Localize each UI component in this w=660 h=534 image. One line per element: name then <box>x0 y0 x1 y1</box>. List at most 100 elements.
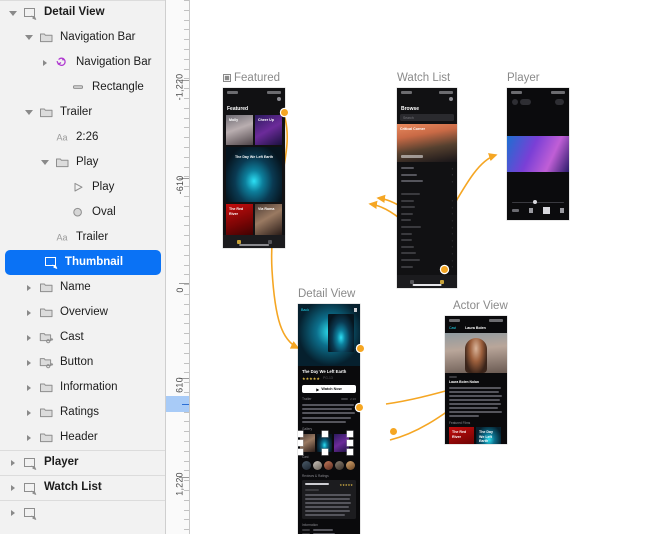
resize-handle-s[interactable] <box>322 449 328 455</box>
chevron-down-icon[interactable] <box>6 7 19 20</box>
vertical-ruler[interactable]: -1,220-61006101,220 <box>166 0 190 534</box>
sidebar-item-player[interactable]: Player <box>0 450 165 475</box>
pause-icon[interactable] <box>543 207 550 214</box>
list-item[interactable]: › <box>401 211 453 218</box>
cast-avatars[interactable] <box>302 461 356 470</box>
back-button[interactable]: Back <box>301 308 309 312</box>
forward-icon[interactable] <box>560 208 564 213</box>
chevron-right-icon[interactable] <box>22 356 35 369</box>
chevron-right-icon[interactable] <box>38 56 51 69</box>
resize-handle-w[interactable] <box>298 440 303 446</box>
artboard-featured[interactable]: Featured Featured Molly Cheer Up <box>223 72 285 248</box>
list-item[interactable]: › <box>401 250 453 257</box>
list-item[interactable]: › <box>401 178 453 185</box>
sidebar-item-2-26[interactable]: Aa2:26 <box>0 125 165 150</box>
screen-actor-view[interactable]: Cast Laura Bolen Laura Bolen Nolan <box>445 316 507 444</box>
poster-tile[interactable]: Molly <box>226 115 253 145</box>
ruler-selection-range[interactable] <box>166 396 189 412</box>
tab-featured-icon[interactable] <box>237 240 241 244</box>
sidebar-item-play[interactable]: Play <box>0 175 165 200</box>
hotspot-watchlist-row[interactable] <box>441 266 448 273</box>
sidebar-item-rectangle[interactable]: Rectangle <box>0 75 165 100</box>
avatar[interactable] <box>346 461 355 470</box>
chevron-down-icon[interactable] <box>38 156 51 169</box>
tab-browse-icon[interactable] <box>268 240 272 244</box>
sidebar-item-navigation-bar[interactable]: Navigation Bar <box>0 25 165 50</box>
tab-browse-icon[interactable] <box>440 280 444 284</box>
hotspot-cast[interactable] <box>390 428 397 435</box>
hotspot-watch-now[interactable] <box>357 345 364 352</box>
list-item[interactable]: › <box>401 204 453 211</box>
poster-tile[interactable]: The Red River <box>226 204 253 235</box>
list-item[interactable]: › <box>401 257 453 264</box>
poster-tile[interactable]: Cheer Up <box>255 115 282 145</box>
artboard-watch-list[interactable]: Watch List Browse Search Critical Corner <box>397 72 457 288</box>
poster-tile[interactable]: Via Roma <box>255 204 282 235</box>
back-button[interactable]: Cast <box>449 326 456 330</box>
sidebar-item-watch-list[interactable]: Watch List <box>0 475 165 500</box>
profile-icon[interactable] <box>397 97 457 106</box>
sidebar-item-ratings[interactable]: Ratings <box>0 400 165 425</box>
sidebar-item-trailer[interactable]: AaTrailer <box>0 225 165 250</box>
avatar[interactable] <box>335 461 344 470</box>
resize-handle-sw[interactable] <box>298 449 303 455</box>
hotspot-gallery[interactable] <box>356 404 363 411</box>
chevron-down-icon[interactable] <box>22 106 35 119</box>
chevron-right-icon[interactable] <box>6 457 19 470</box>
resize-handle-ne[interactable] <box>347 431 353 437</box>
poster-hero[interactable]: The Day We Left Earth <box>226 147 282 202</box>
layers-sidebar[interactable]: Detail ViewNavigation BarNavigation BarR… <box>0 0 166 534</box>
profile-icon[interactable] <box>223 97 285 106</box>
player-controls[interactable] <box>512 202 564 215</box>
watch-now-button[interactable]: ▶ Watch Now <box>302 385 356 393</box>
sidebar-item-header[interactable]: Header <box>0 425 165 450</box>
avatar[interactable] <box>313 461 322 470</box>
chevron-down-icon[interactable] <box>22 31 35 44</box>
scrubber[interactable] <box>512 202 564 204</box>
sidebar-item-name[interactable]: Name <box>0 275 165 300</box>
chevron-right-icon[interactable] <box>22 406 35 419</box>
resize-handle-e[interactable] <box>347 440 353 446</box>
resize-handle-n[interactable] <box>322 431 328 437</box>
list-item[interactable]: › <box>401 230 453 237</box>
sidebar-item-trailer[interactable]: Trailer <box>0 100 165 125</box>
sidebar-item-oval[interactable]: Oval <box>0 200 165 225</box>
review-card[interactable]: ★★★★★ <box>302 480 356 519</box>
sidebar-item-thumbnail[interactable]: Thumbnail <box>5 250 161 275</box>
volume-icon[interactable] <box>512 209 519 212</box>
rewind-icon[interactable] <box>529 208 533 213</box>
sidebar-item-overview[interactable]: Overview <box>0 300 165 325</box>
film-poster[interactable]: The Day We Left Earth <box>476 427 501 444</box>
design-canvas[interactable]: Featured Featured Molly Cheer Up <box>190 0 660 534</box>
list-item[interactable]: › <box>401 244 453 251</box>
close-icon[interactable] <box>512 99 531 105</box>
screen-watch-list[interactable]: Browse Search Critical Corner › › › › › … <box>397 88 457 288</box>
screen-featured[interactable]: Featured Molly Cheer Up The Day We Left … <box>223 88 285 248</box>
chevron-right-icon[interactable] <box>22 431 35 444</box>
sidebar-item-detail-view[interactable]: Detail View <box>0 0 165 25</box>
chevron-right-icon[interactable] <box>22 306 35 319</box>
list-item[interactable]: › <box>401 165 453 172</box>
chevron-right-icon[interactable] <box>22 331 35 344</box>
genre-list[interactable]: › › › › › › › › › › › › › › <box>397 162 457 270</box>
hotspot-featured-hero[interactable] <box>281 109 288 116</box>
resize-handle-se[interactable] <box>347 449 353 455</box>
list-item[interactable]: › <box>401 237 453 244</box>
list-item[interactable]: › <box>401 224 453 231</box>
artboard-detail-view[interactable]: Detail View Back The Day We Left Earth ★… <box>298 288 360 534</box>
film-poster[interactable]: The Red River <box>449 427 474 444</box>
avatar[interactable] <box>324 461 333 470</box>
resize-handle-nw[interactable] <box>298 431 303 437</box>
screen-player[interactable] <box>507 88 569 220</box>
thumbnail-selected-element[interactable] <box>300 434 350 452</box>
video-frame[interactable] <box>507 136 569 172</box>
sidebar-item-information[interactable]: Information <box>0 375 165 400</box>
sidebar-item-play[interactable]: Play <box>0 150 165 175</box>
search-input[interactable]: Search <box>400 114 454 121</box>
sidebar-item-button[interactable]: Button <box>0 350 165 375</box>
tab-bar[interactable] <box>223 235 285 248</box>
hero-banner[interactable]: Critical Corner <box>397 124 457 162</box>
sidebar-item-untitled[interactable] <box>0 500 165 525</box>
share-icon[interactable] <box>354 308 357 312</box>
chevron-right-icon[interactable] <box>6 507 19 520</box>
